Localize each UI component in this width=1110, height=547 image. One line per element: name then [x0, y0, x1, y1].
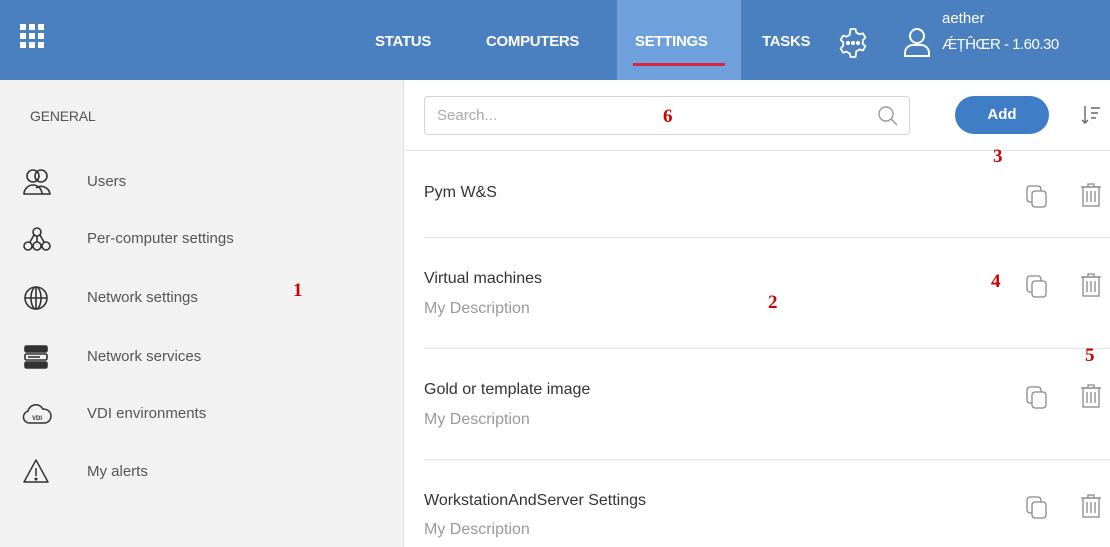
tab-status-label: STATUS	[375, 33, 431, 50]
tab-settings[interactable]: SETTINGS	[617, 0, 741, 80]
annotation-marker-6: 6	[663, 106, 673, 127]
copy-icon[interactable]	[1024, 384, 1050, 410]
trash-icon[interactable]	[1080, 383, 1102, 409]
list-item[interactable]: WorkstationAndServer Settings My Descrip…	[405, 460, 1110, 547]
settings-list-panel: Add Pym W&S Virtual machines My Descript…	[405, 80, 1110, 547]
list-item[interactable]: Pym W&S	[405, 151, 1110, 237]
hierarchy-icon	[22, 224, 52, 254]
annotation-marker-2: 2	[768, 292, 778, 313]
search-input[interactable]	[425, 97, 865, 134]
annotation-marker-4: 4	[991, 271, 1001, 292]
user-name: aether	[942, 10, 985, 27]
tab-computers[interactable]: COMPUTERS	[474, 0, 606, 80]
copy-icon[interactable]	[1024, 273, 1050, 299]
list-item-title: WorkstationAndServer Settings	[424, 492, 647, 509]
trash-icon[interactable]	[1080, 272, 1102, 298]
settings-sidebar: GENERAL Users Per-computer settings Netw…	[0, 80, 404, 547]
gear-icon[interactable]	[836, 26, 870, 60]
sidebar-item-users[interactable]: Users	[22, 163, 382, 203]
list-item-title: Gold or template image	[424, 381, 591, 398]
sidebar-heading: GENERAL	[30, 108, 96, 124]
warning-icon	[22, 457, 52, 487]
top-bar: STATUS COMPUTERS SETTINGS TASKS aether Ǽ…	[0, 0, 1110, 80]
sidebar-item-label: Network settings	[87, 289, 198, 306]
annotation-marker-3: 3	[993, 146, 1003, 167]
search-icon[interactable]	[877, 105, 899, 127]
svg-text:VDI: VDI	[32, 416, 42, 422]
annotation-marker-1: 1	[293, 280, 303, 301]
tab-status[interactable]: STATUS	[360, 0, 450, 80]
add-button[interactable]: Add	[955, 96, 1049, 134]
sidebar-item-my-alerts[interactable]: My alerts	[22, 453, 382, 493]
user-icon[interactable]	[902, 26, 932, 58]
trash-icon[interactable]	[1080, 493, 1102, 519]
list-item-description: My Description	[424, 521, 530, 538]
sort-icon[interactable]	[1080, 102, 1102, 128]
sidebar-item-label: Per-computer settings	[87, 230, 234, 247]
tab-tasks-label: TASKS	[762, 33, 811, 50]
copy-icon[interactable]	[1024, 494, 1050, 520]
tab-tasks[interactable]: TASKS	[748, 0, 828, 80]
list-item[interactable]: Gold or template image My Description	[405, 349, 1110, 459]
list-item-title: Virtual machines	[424, 270, 542, 287]
list-item[interactable]: Virtual machines My Description	[405, 238, 1110, 348]
users-icon	[22, 167, 52, 197]
trash-icon[interactable]	[1080, 182, 1102, 208]
server-icon	[22, 342, 52, 372]
vdi-cloud-icon: VDI	[22, 399, 52, 429]
copy-icon[interactable]	[1024, 183, 1050, 209]
annotation-marker-5: 5	[1085, 345, 1095, 366]
sidebar-item-label: Users	[87, 173, 127, 190]
sidebar-item-label: VDI environments	[87, 405, 207, 422]
version-label: ǼȚĤŒR - 1.60.30	[942, 36, 1059, 53]
globe-icon	[22, 283, 52, 313]
sidebar-item-network-settings[interactable]: Network settings	[22, 279, 382, 319]
grid-icon[interactable]	[18, 22, 62, 58]
list-item-description: My Description	[424, 300, 530, 317]
tab-settings-label: SETTINGS	[635, 33, 708, 50]
sidebar-item-label: Network services	[87, 348, 202, 365]
sidebar-item-label: My alerts	[87, 463, 148, 480]
active-tab-indicator	[633, 63, 725, 66]
list-item-title: Pym W&S	[424, 184, 497, 201]
sidebar-item-per-computer-settings[interactable]: Per-computer settings	[22, 220, 382, 260]
list-item-description: My Description	[424, 411, 530, 428]
tab-computers-label: COMPUTERS	[486, 33, 580, 50]
sidebar-item-network-services[interactable]: Network services	[22, 338, 382, 378]
sidebar-item-vdi-environments[interactable]: VDI VDI environments	[22, 395, 382, 435]
